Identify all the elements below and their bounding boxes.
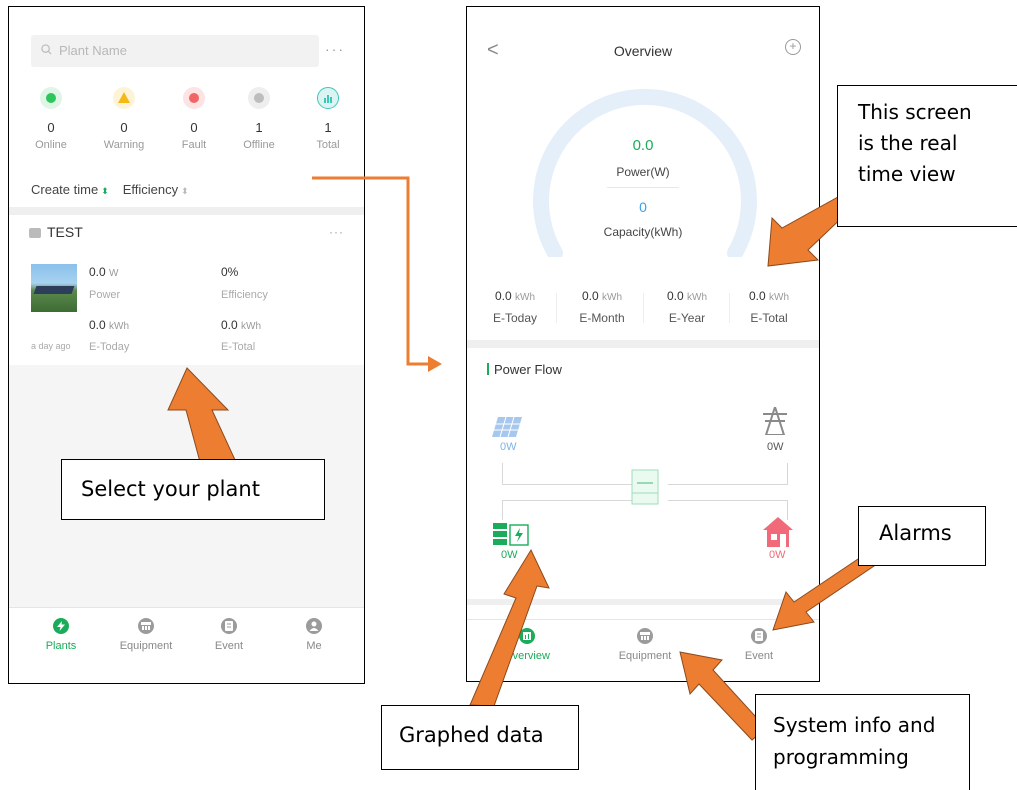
- callout-system-info: System info and programming: [755, 694, 970, 790]
- callout-select-plant: Select your plant: [61, 459, 325, 520]
- callout-graphed-data: Graphed data: [381, 705, 579, 770]
- callout-alarms: Alarms: [858, 506, 986, 566]
- callout-realtime: This screen is the real time view: [837, 85, 1017, 227]
